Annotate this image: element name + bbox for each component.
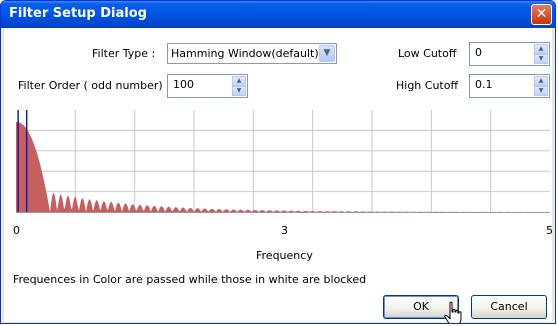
filter-order-value: 100 <box>173 78 194 91</box>
high-cutoff-spinner[interactable]: 0.1 ▲ ▼ <box>469 74 550 98</box>
grid <box>16 110 550 212</box>
x-tick-label: 5 <box>546 224 553 237</box>
low-cutoff-increment-icon[interactable]: ▲ <box>534 44 548 54</box>
filter-order-decrement-icon[interactable]: ▼ <box>232 86 246 96</box>
x-axis-label: Frequency <box>256 249 313 262</box>
high-cutoff-decrement-icon[interactable]: ▼ <box>534 86 548 96</box>
hand-cursor-icon <box>444 301 462 323</box>
window-title: Filter Setup Dialog <box>9 6 147 21</box>
title-bar[interactable]: Filter Setup Dialog ✕ <box>1 1 555 28</box>
low-cutoff-value: 0 <box>475 46 482 59</box>
frequency-response-chart <box>16 110 550 212</box>
chevron-down-icon[interactable]: ▼ <box>319 45 335 62</box>
dialog-body: Filter Type : Hamming Window(default) ▼ … <box>4 28 553 322</box>
close-button[interactable]: ✕ <box>531 4 552 25</box>
high-cutoff-label: High Cutoff <box>396 79 459 92</box>
filter-type-value: Hamming Window(default) <box>171 47 319 60</box>
x-tick-label: 3 <box>281 224 288 237</box>
filter-setup-dialog: Filter Setup Dialog ✕ Filter Type : Hamm… <box>0 0 556 324</box>
frequency-response-plot <box>16 110 550 213</box>
legend-note: Frequences in Color are passed while tho… <box>13 273 367 286</box>
high-cutoff-value: 0.1 <box>475 78 493 91</box>
filter-type-label: Filter Type : <box>92 47 156 60</box>
low-cutoff-label: Low Cutoff <box>398 47 457 60</box>
filter-order-increment-icon[interactable]: ▲ <box>232 76 246 86</box>
passband-area <box>16 122 550 212</box>
low-cutoff-spinner[interactable]: 0 ▲ ▼ <box>469 42 550 66</box>
filter-order-label: Filter Order ( odd number) <box>18 79 163 92</box>
filter-order-spinner[interactable]: 100 ▲ ▼ <box>167 74 248 98</box>
cancel-button[interactable]: Cancel <box>471 295 547 319</box>
x-tick-label: 0 <box>13 224 20 237</box>
filter-type-select[interactable]: Hamming Window(default) ▼ <box>167 43 337 64</box>
high-cutoff-increment-icon[interactable]: ▲ <box>534 76 548 86</box>
low-cutoff-decrement-icon[interactable]: ▼ <box>534 54 548 64</box>
close-icon: ✕ <box>535 6 548 22</box>
